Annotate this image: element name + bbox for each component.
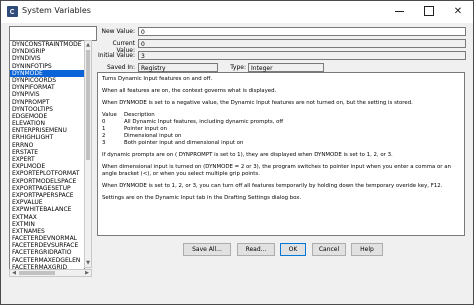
close-icon: ✕ [453,6,463,17]
variable-list-item[interactable]: ELEVATION [10,120,84,127]
variable-list-item[interactable]: EXPERT [10,156,84,163]
value-table-row: 3 Both pointer input and dimensional inpu… [102,140,460,147]
variable-list-item[interactable]: FACETERDEVNORMAL [10,235,84,242]
maximize-button[interactable] [414,1,444,23]
variable-list-item[interactable]: ERSTATE [10,149,84,156]
description-text: Settings are on the Dynamic Input tab in… [102,195,302,201]
description-text: If dynamic prompts are on ( DYNPROMPT is… [102,152,393,158]
value-cell: 3 [102,140,106,146]
value-cell: 1 [102,126,106,132]
description-column-header: Description [124,112,155,118]
description-text: When dimensional input is turned on (DYN… [102,164,451,177]
value-cell: 0 [102,119,106,125]
minimize-icon [394,10,404,12]
value-table-row: 1 Pointer input on [102,126,460,133]
system-variables-window: System Variables ✕ DYNCONSTRAINTMODE DYND… [0,0,474,305]
type-label: Type: [230,64,246,71]
current-value-field: 0 [138,39,466,48]
variable-list-item[interactable]: DYNINFOTIPS [10,63,84,70]
cancel-button[interactable]: Cancel [312,243,346,256]
variable-list-item[interactable]: ERRNO [10,142,84,149]
ok-button[interactable]: OK [280,243,306,256]
variable-list-vertical-scrollbar[interactable]: ▲ ▼ [84,40,92,268]
variable-list-item[interactable]: FACETERDEVSURFACE [10,242,84,249]
variable-list-item[interactable]: EXPWHITEBALANCE [10,206,84,213]
variable-list-item[interactable]: EXPORTPAPERSPACE [10,192,84,199]
variable-list-item[interactable]: DYNPIVIS [10,91,84,98]
variable-list-item[interactable]: DYNDIGRIP [10,48,84,55]
value-table-header: Value Description [102,112,460,119]
scroll-thumb-horizontal[interactable] [19,271,55,275]
type-field: Integer [248,63,324,72]
description-text: Turns Dynamic Input features on and off. [102,76,213,82]
window-title: System Variables [22,6,91,15]
maximize-icon [424,6,434,16]
minimize-button[interactable] [384,1,414,23]
app-logo-icon [7,6,18,17]
variable-list-item[interactable]: FACETERMAXEDGELEN [10,257,84,264]
variable-list-horizontal-scrollbar[interactable]: ◀ ▶ [9,269,92,277]
variable-list-item[interactable]: EXPORTMODELSPACE [10,178,84,185]
description-text: When all features are on, the context go… [102,88,277,94]
value-table-row: 2 Dimensional input on [102,133,460,140]
scroll-down-arrow-icon[interactable]: ▼ [85,259,91,267]
variable-list-item[interactable]: EXPORTPAGESETUP [10,185,84,192]
scroll-right-arrow-icon[interactable]: ▶ [83,270,91,276]
variable-list-item[interactable]: EXPLMODE [10,163,84,170]
new-value-label: New Value: [101,28,136,35]
variable-search-input[interactable] [9,26,97,41]
value-cell: 2 [102,133,106,139]
description-panel: Turns Dynamic Input features on and off.… [97,72,465,236]
read-button[interactable]: Read... [237,243,275,256]
variable-list-item[interactable]: EXPORTEPLOTFORMAT [10,170,84,177]
description-text: When DYNMODE is set to a negative value,… [102,100,413,106]
new-value-field[interactable]: 0 [138,27,466,36]
description-cell: Both pointer input and dimensional input… [124,140,244,146]
description-cell: Pointer input on [124,126,167,132]
scroll-thumb[interactable] [86,50,90,160]
variable-list-item[interactable]: DYNPIFORMAT [10,84,84,91]
variable-list[interactable]: DYNCONSTRAINTMODE DYNDIGRIP DYNDIVIS DYNINF… [9,40,85,270]
variable-list-item[interactable]: ENTERPRISEMENU [10,127,84,134]
description-cell: All Dynamic Input features, including dy… [124,119,284,125]
variable-list-item[interactable]: EDGEMODE [10,113,84,120]
title-bar: System Variables ✕ [1,1,473,23]
variable-list-item[interactable]: DYNMODE [10,69,84,77]
value-table: Value Description 0 All Dynamic Input feat… [102,112,460,147]
description-text: When DYNMODE is set to 1, 2, or 3, you c… [102,183,443,189]
variable-list-item[interactable]: ERHIGHLIGHT [10,134,84,141]
scroll-left-arrow-icon[interactable]: ◀ [10,270,18,276]
variable-list-item[interactable]: EXTNAMES [10,228,84,235]
scroll-up-arrow-icon[interactable]: ▲ [85,41,91,49]
description-cell: Dimensional input on [124,133,182,139]
initial-value-field: 3 [138,51,466,60]
saved-in-label: Saved In: [106,64,135,71]
variable-list-item[interactable]: DYNPROMPT [10,99,84,106]
initial-value-label: Initial Value: [97,52,135,59]
save-all-button[interactable]: Save All... [183,243,231,256]
variable-list-item[interactable]: DYNTOOLTIPS [10,106,84,113]
variable-list-item[interactable]: DYNDIVIS [10,55,84,62]
close-button[interactable]: ✕ [443,1,473,23]
value-table-row: 0 All Dynamic Input features, including d… [102,119,460,126]
variable-list-item[interactable]: EXTMIN [10,221,84,228]
variable-list-item[interactable]: FACETERGRIDRATIO [10,249,84,256]
variable-list-item[interactable]: DYNPICOORDS [10,77,84,84]
help-button[interactable]: Help [351,243,383,256]
variable-list-item[interactable]: EXTMAX [10,214,84,221]
value-column-header: Value [102,112,117,118]
variable-list-item[interactable]: DYNCONSTRAINTMODE [10,41,84,48]
variable-list-item[interactable]: EXPVALUE [10,199,84,206]
